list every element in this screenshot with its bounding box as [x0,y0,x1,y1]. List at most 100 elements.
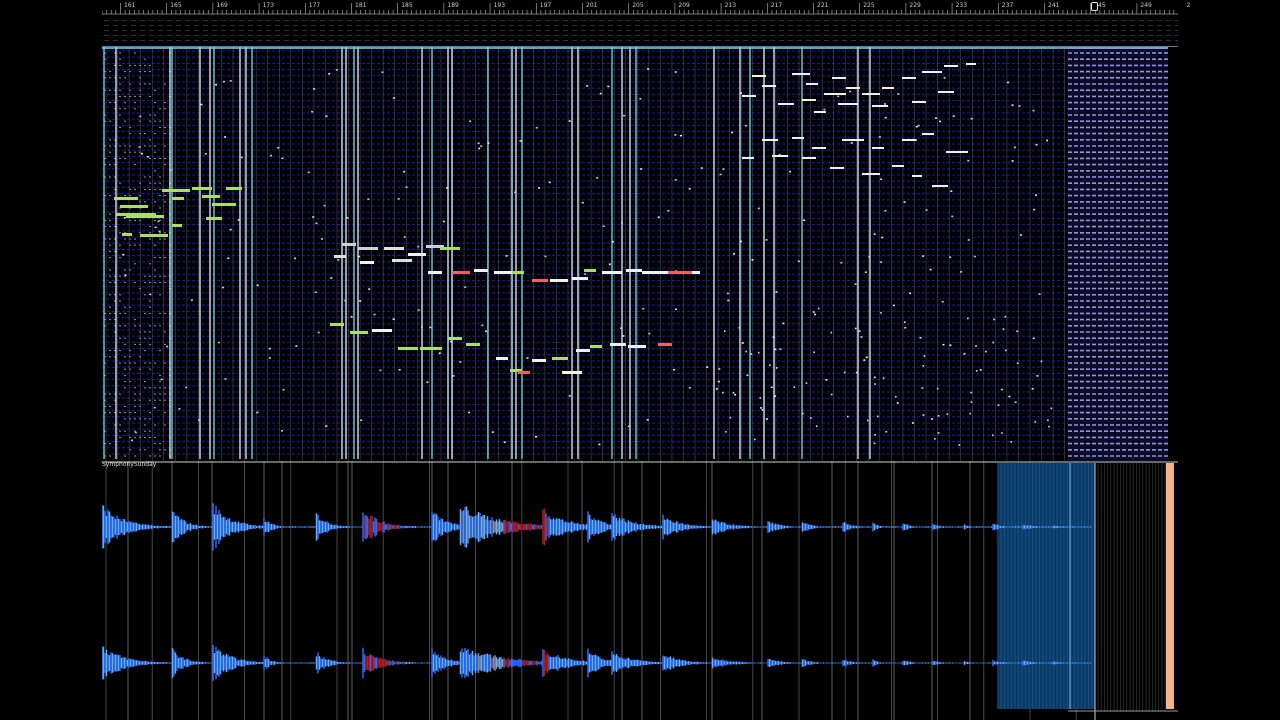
ruler-lane-dash [428,30,433,31]
ruler-lane-dash [1121,30,1126,31]
ruler-lane-dash [1076,25,1081,26]
ruler-lane-dash [797,40,802,41]
ruler-lane-dash [626,25,631,26]
key-dot [154,281,156,283]
ruler-lane-dash [671,20,676,21]
ruler-lane-dash [653,20,658,21]
key-dot [124,374,126,376]
ruler-lane-dash [527,35,532,36]
small-note [608,263,611,265]
small-note [335,69,338,71]
ruler-lane-dash [806,30,811,31]
playhead-marker-icon[interactable] [1091,2,1098,11]
small-note [535,435,538,438]
melody-note [452,271,470,274]
ruler-lane-dash [617,20,622,21]
small-note [921,387,924,389]
ruler-lane-dash [1058,30,1063,31]
small-note [688,386,691,389]
small-note [813,351,815,354]
key-dot [149,120,151,122]
ruler-lane-dash [248,30,253,31]
ruler-lane-dash [419,30,424,31]
ruler-lane-dash [347,25,352,26]
key-dot [164,275,166,277]
small-note [323,204,326,207]
timeline-ruler[interactable]: 161 165 169 173 177 181 185 189 193 197 201 205 209 2… [102,0,1190,46]
small-note [224,136,227,138]
key-dot [134,102,136,104]
ruler-lane-dash [104,20,109,21]
audio-track-area[interactable]: SymphonySunday [102,461,1178,720]
ruler-lane-dash [554,20,559,21]
key-dot [159,350,161,352]
small-note [873,376,876,379]
ruler-lane-dash [536,25,541,26]
small-note [124,274,127,277]
ruler-lane-dash [788,35,793,36]
small-note [715,388,718,390]
note-white [762,85,776,87]
ruler-lane-dash [743,25,748,26]
small-note [960,271,963,273]
ruler-lane-dash [617,40,622,41]
ruler-lane-dash [590,20,595,21]
ruler-lane-dash [599,40,604,41]
ruler-lane-dash [158,40,163,41]
small-note [769,364,771,366]
small-note [789,170,792,173]
ruler-lane-dash [455,35,460,36]
piano-roll-grid [102,47,1178,462]
ruler-lane-dash [671,25,676,26]
small-note [321,238,324,240]
key-dot [109,226,111,228]
bar-number: 205 [632,2,644,9]
small-note [599,92,602,95]
ruler-lane-dash [1157,25,1162,26]
key-dot [144,58,146,60]
small-note [1014,401,1017,404]
ruler-lane-dash [779,40,784,41]
ruler-lane-dash [815,40,820,41]
key-dot [119,430,121,432]
key-dot [164,201,166,203]
ruler-lane-dash [1157,35,1162,36]
key-dot [149,368,151,370]
piano-roll[interactable] [102,46,1178,462]
key-dot [124,412,126,414]
ruler-lane-dash [581,35,586,36]
ruler-lane-dash [149,35,154,36]
ruler-lane-dash [203,35,208,36]
ruler-lane-dash [842,30,847,31]
small-note [398,368,401,371]
note-green [172,224,182,227]
note-green [192,187,212,190]
note-white [814,111,826,113]
ruler-lane-dash [815,25,820,26]
key-dot [119,362,121,364]
ruler-lane-dash [923,40,928,41]
small-note [544,255,547,258]
small-note [1011,160,1014,162]
ruler-lane-dash [878,40,883,41]
ruler-lane-dash [1166,20,1171,21]
small-note [734,393,737,396]
small-note [830,331,833,334]
small-note [268,347,271,350]
small-note [952,115,955,118]
melody-note [398,347,418,350]
key-dot [164,362,166,364]
small-note [946,413,949,415]
ruler-lane-dash [743,20,748,21]
ruler-lane-dash [986,30,991,31]
ruler-lane-dash [437,25,442,26]
ruler-lane-dash [950,20,955,21]
ruler-lane-dash [491,30,496,31]
key-dot [149,387,151,389]
note-white [872,147,884,149]
small-note [868,256,871,258]
bar-number: 177 [308,2,321,9]
ruler-lane-dash [338,30,343,31]
ruler-lane-dash [743,30,748,31]
small-note [1019,234,1022,236]
